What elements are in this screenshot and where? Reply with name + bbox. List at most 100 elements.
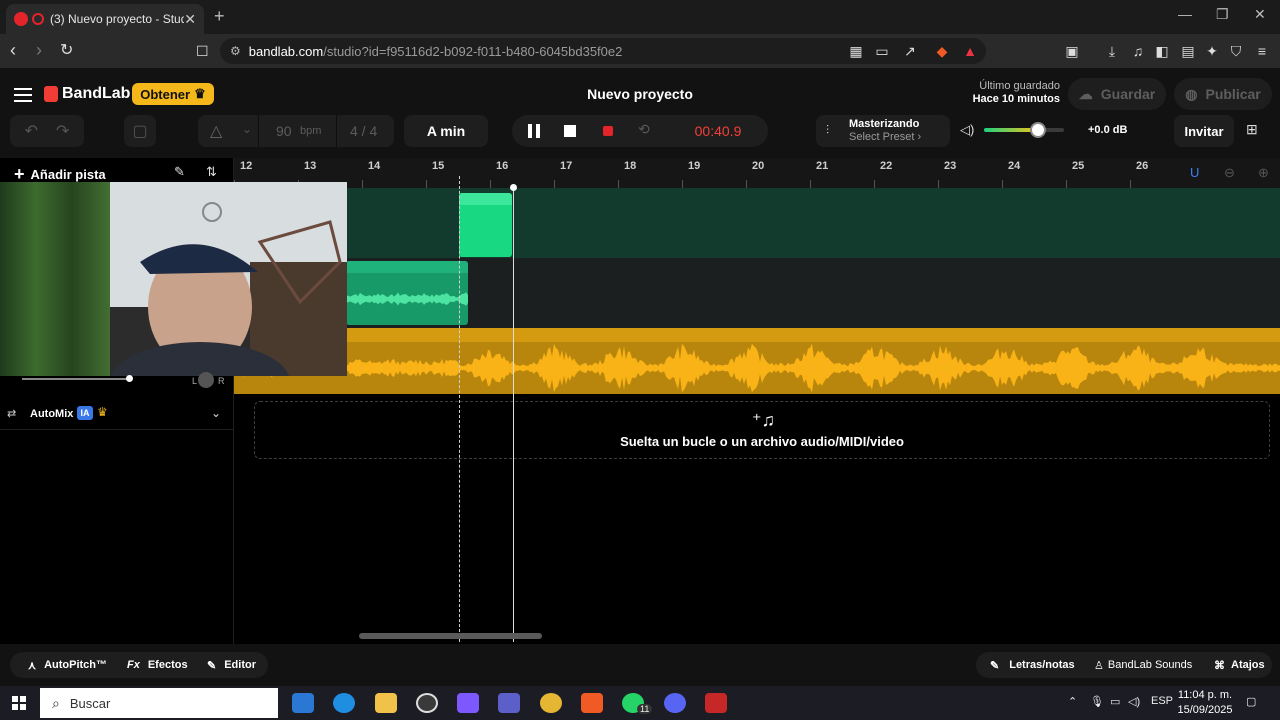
timeline-ruler[interactable]: 12 13 14 15 16 17 18 19 20 21 22 23 24 25 26 <box>234 158 1180 188</box>
ruler-tick <box>682 180 683 188</box>
audio-region[interactable] <box>346 261 468 325</box>
window-maximize-button[interactable]: ❐ <box>1216 6 1229 23</box>
window-minimize-button[interactable]: — <box>1178 6 1192 22</box>
track-volume-knob[interactable] <box>126 375 133 382</box>
save-button[interactable]: ☁ Guardar <box>1068 78 1166 110</box>
drop-zone[interactable]: ⁺♫ Suelta un bucle o un archivo audio/MI… <box>254 401 1270 459</box>
draw-tool-icon[interactable]: ✎ <box>174 164 185 180</box>
snap-magnet-icon[interactable]: U <box>1190 165 1199 180</box>
pause-button[interactable] <box>528 124 540 138</box>
bandlab-logo[interactable]: BandLab <box>44 85 130 103</box>
playhead-handle[interactable] <box>510 184 517 191</box>
volume-knob[interactable] <box>1030 122 1047 138</box>
track-lane-midi[interactable] <box>234 188 1280 258</box>
chevron-down-icon[interactable]: ⌄ <box>211 406 221 420</box>
drop-zone-text: Suelta un bucle o un archivo audio/MIDI/… <box>620 434 904 449</box>
obs-app-icon[interactable] <box>416 693 438 713</box>
metronome-chevron-icon[interactable]: ⌄ <box>242 122 252 136</box>
back-arrow-icon[interactable]: ‹ <box>10 40 16 61</box>
brave-app-icon[interactable] <box>581 693 603 713</box>
midi-region[interactable] <box>459 193 512 257</box>
windows-start-icon[interactable] <box>12 696 26 710</box>
project-title[interactable]: Nuevo proyecto <box>540 86 740 102</box>
automix-row[interactable]: ⇄ AutoMix IA ♛ ⌄ <box>0 398 234 430</box>
edge-app-icon[interactable] <box>333 693 355 713</box>
time-signature[interactable]: 4 / 4 <box>350 123 377 139</box>
forward-arrow-icon[interactable]: › <box>36 40 42 61</box>
effects-button[interactable]: Fx Efectos <box>127 652 188 678</box>
wallet-icon[interactable]: ▤ <box>1180 43 1196 59</box>
bpm-value[interactable]: 90 <box>276 123 292 139</box>
sidebar-icon[interactable]: ◧ <box>1154 43 1170 59</box>
zoom-out-icon[interactable]: ⊖ <box>1224 165 1235 181</box>
stop-button[interactable] <box>564 125 576 137</box>
discord-app-icon[interactable] <box>664 693 686 713</box>
tab-close-icon[interactable]: ✕ <box>184 11 196 28</box>
key-selector[interactable]: A min <box>404 115 488 147</box>
loop-start-marker[interactable] <box>459 176 460 642</box>
share-icon[interactable]: ↗ <box>902 43 918 59</box>
zoom-in-icon[interactable]: ⊕ <box>1258 165 1269 181</box>
track-volume-slider[interactable] <box>22 378 132 380</box>
gift-icon[interactable]: ⊞ <box>1246 121 1258 138</box>
record-button[interactable] <box>603 126 613 136</box>
teams-app-icon[interactable] <box>498 693 520 713</box>
undo-icon[interactable]: ↶ <box>25 121 38 141</box>
editor-button[interactable]: ✎ Editor <box>207 652 256 678</box>
horizontal-scrollbar[interactable] <box>359 633 542 639</box>
region-header[interactable] <box>346 261 468 273</box>
metronome-icon[interactable]: △ <box>210 121 222 141</box>
publish-button[interactable]: ◍ Publicar <box>1174 78 1272 110</box>
microphone-icon[interactable]: 🎙 <box>1090 695 1104 708</box>
redo-icon[interactable]: ↷ <box>56 121 69 141</box>
media-icon[interactable]: ♫ <box>1130 43 1146 59</box>
vpn-icon[interactable]: ⛉ <box>1228 43 1244 59</box>
taskbar-search[interactable]: ⌕ Buscar <box>40 688 278 718</box>
chrome-app-icon[interactable] <box>540 693 562 713</box>
loop-icon[interactable]: ⟲ <box>638 121 650 138</box>
brave-rewards-icon[interactable]: ▲ <box>962 43 978 59</box>
crown-icon: ♛ <box>97 405 108 419</box>
copilot-app-icon[interactable] <box>457 693 479 713</box>
chevron-up-icon[interactable]: ⌃ <box>1068 695 1077 708</box>
fit-tracks-icon[interactable]: ⇅ <box>206 164 217 180</box>
invite-button[interactable]: Invitar <box>1174 115 1234 147</box>
address-bar[interactable]: ⚙ bandlab.com /studio?id=f95116d2-b092-f… <box>220 38 986 64</box>
screenshot-icon[interactable]: ▦ <box>848 43 864 59</box>
snapshot-button[interactable]: ▢ <box>124 115 156 147</box>
brave-shield-icon[interactable]: ◆ <box>934 43 950 59</box>
voicemeeter-app-icon[interactable] <box>705 693 727 713</box>
shortcuts-button[interactable]: ⌘ Atajos <box>1214 652 1265 678</box>
file-explorer-icon[interactable] <box>375 693 397 713</box>
bandlab-sounds-button[interactable]: ♙ BandLab Sounds <box>1094 652 1192 678</box>
bookmark-icon[interactable]: ☐ <box>196 43 209 60</box>
window-close-button[interactable]: ✕ <box>1254 6 1266 23</box>
volume-icon[interactable]: ◁) <box>1128 695 1140 708</box>
obtener-membership-button[interactable]: Obtener ♛ <box>132 83 214 105</box>
site-info-icon[interactable]: ⚙ <box>230 44 241 58</box>
menu-icon[interactable]: ≡ <box>1254 43 1270 59</box>
master-volume-slider[interactable] <box>984 122 1064 138</box>
pan-knob[interactable] <box>198 372 214 388</box>
speaker-icon[interactable]: ◁) <box>960 122 974 138</box>
network-icon[interactable]: ▭ <box>1110 695 1120 708</box>
hamburger-menu-icon[interactable] <box>14 88 32 102</box>
ruler-tick <box>1002 180 1003 188</box>
browser-tab[interactable]: (3) Nuevo proyecto - Studio ✕ <box>6 4 204 34</box>
autopitch-button[interactable]: ⋏ AutoPitch™ <box>28 652 107 678</box>
reader-icon[interactable]: ▣ <box>1064 43 1080 59</box>
new-tab-button[interactable]: + <box>214 6 225 27</box>
leo-ai-icon[interactable]: ✦ <box>1204 43 1220 59</box>
mastering-button[interactable]: ⫶ Masterizando Select Preset › <box>816 115 950 147</box>
region-header[interactable] <box>459 193 512 205</box>
system-clock[interactable]: 11:04 p. m. 15/09/2025 <box>1172 688 1238 718</box>
reload-icon[interactable]: ↻ <box>60 40 73 60</box>
downloads-icon[interactable]: ⤓ <box>1104 43 1120 59</box>
store-app-icon[interactable] <box>292 693 314 713</box>
lyrics-notes-button[interactable]: ✎ Letras/notas <box>990 652 1075 678</box>
language-indicator[interactable]: ESP <box>1151 695 1173 707</box>
ruler-bar-number: 22 <box>880 160 893 172</box>
cast-icon[interactable]: ▭ <box>874 43 890 59</box>
playhead[interactable] <box>510 184 517 642</box>
notifications-icon[interactable]: ▢ <box>1246 695 1256 708</box>
